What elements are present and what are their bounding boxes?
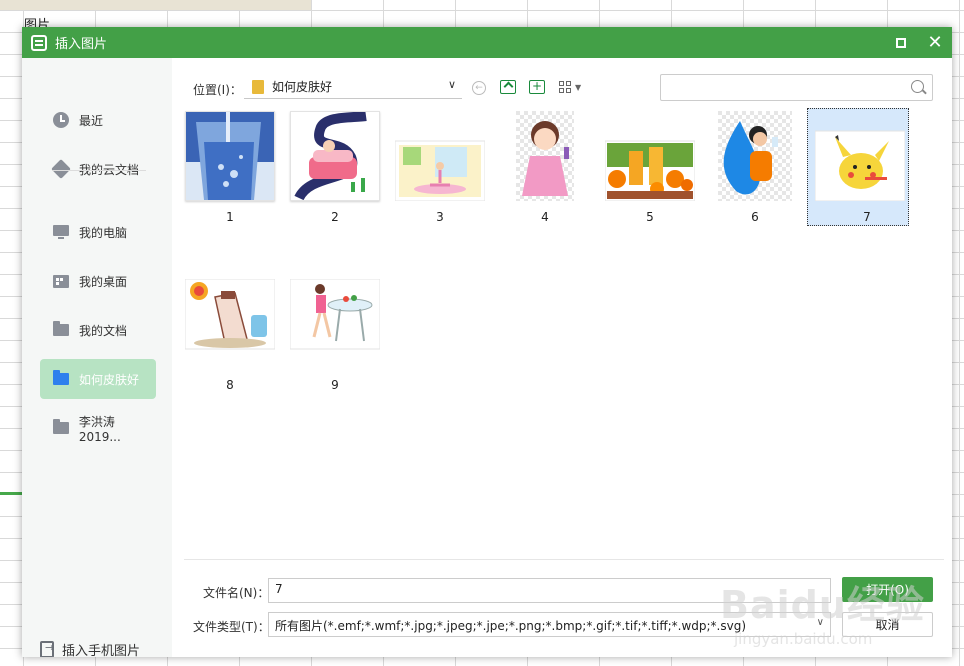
back-button[interactable]: ← (472, 81, 486, 95)
view-mode-button[interactable]: ▼ (559, 81, 581, 94)
phone-import-icon (40, 641, 54, 657)
sidebar-item-label: 李洪涛2019... (78, 414, 121, 444)
thumbnail-item-selected[interactable]: 7 (807, 108, 919, 226)
filetype-label: 文件类型(T)： (193, 620, 270, 634)
caret-down-icon: ▼ (575, 83, 582, 92)
location-dropdown[interactable]: 如何皮肤好 ∨ (244, 75, 462, 99)
location-current-folder: 如何皮肤好 (272, 80, 333, 94)
location-label: 位置(I)： (193, 83, 242, 97)
chevron-down-icon: ∨ (447, 78, 456, 91)
sidebar-item-my-documents[interactable]: 我的文档 (40, 310, 156, 350)
thumbnail-image-girl-at-table (290, 279, 380, 369)
thumbnail-image-girl-yoga (395, 111, 485, 201)
new-folder-button[interactable]: + (529, 80, 545, 94)
maximize-icon (896, 37, 906, 48)
grid-view-icon (559, 81, 572, 94)
thumbnail-label: 6 (751, 210, 759, 224)
thumbnail-label: 4 (541, 210, 549, 224)
sidebar-item-cloud-docs[interactable]: 我的云文档 (40, 149, 156, 189)
thumbnail-image-water-glass (185, 111, 275, 201)
dialog-title: 插入图片 (55, 37, 108, 52)
wps-logo-icon (31, 34, 47, 51)
thumbnail-item[interactable]: 8 (185, 279, 275, 392)
thumbnail-image-woman-drinking (710, 111, 800, 201)
sidebar-item-my-computer[interactable]: 我的电脑 (40, 212, 156, 252)
watermark-logo-text: Baidu经验 (720, 583, 925, 627)
sidebar-item-label: 最近 (79, 113, 104, 128)
spreadsheet-selection-edge (0, 492, 22, 495)
thumbnail-item[interactable]: 9 (290, 279, 380, 392)
thumbnail-item[interactable]: 5 (605, 111, 695, 224)
sidebar-item-skin-folder[interactable]: 如何皮肤好 (40, 359, 156, 399)
baidu-jingyan-watermark: Baidu经验 jingyan.baidu.com (720, 560, 950, 660)
thumbnail-item[interactable]: 3 (395, 111, 485, 224)
thumbnail-item[interactable]: 2 (290, 111, 380, 224)
thumbnail-image-cartoon-girl (500, 111, 590, 201)
thumbnail-item[interactable]: 4 (500, 111, 590, 224)
thumbnail-label: 1 (226, 210, 234, 224)
sidebar-item-label: 我的电脑 (79, 225, 128, 240)
thumbnail-label: 5 (646, 210, 654, 224)
watermark-url-text: jingyan.baidu.com (734, 630, 873, 648)
folder-icon (53, 321, 69, 336)
folder-icon (53, 370, 69, 385)
sidebar-item-label: 如何皮肤好 (79, 372, 140, 387)
up-folder-button[interactable] (500, 80, 516, 94)
maximize-button[interactable] (884, 27, 918, 58)
folder-icon (252, 79, 264, 94)
insert-phone-picture-link[interactable]: 插入手机图片 (40, 640, 140, 657)
search-icon[interactable] (911, 80, 924, 93)
dialog-titlebar: 插入图片 ✕ (22, 27, 952, 58)
thumbnail-label: 7 (863, 210, 871, 224)
sidebar-item-lihongtao-folder[interactable]: 李洪涛2019... (40, 408, 156, 448)
thumbnail-image-pikachu (815, 111, 905, 201)
insert-phone-picture-label: 插入手机图片 (62, 644, 141, 657)
sidebar: 最近 我的云文档 我的电脑 我的桌面 我的文档 如何皮肤好 李洪涛2019... (22, 58, 172, 657)
close-icon: ✕ (927, 31, 943, 53)
sidebar-divider (52, 170, 146, 171)
spreadsheet-header-band (0, 0, 311, 10)
back-arrow-icon: ← (475, 83, 483, 93)
sidebar-item-label: 我的桌面 (79, 274, 128, 289)
thumbnail-label: 8 (226, 378, 234, 392)
new-folder-icon: + (531, 79, 543, 93)
thumbnail-item[interactable]: 6 (710, 111, 800, 224)
filename-label: 文件名(N)： (203, 586, 270, 600)
search-input[interactable] (660, 74, 933, 101)
sidebar-item-label: 我的文档 (79, 323, 128, 338)
clock-icon (53, 112, 69, 128)
thumbnail-label: 9 (331, 378, 339, 392)
sidebar-item-recent[interactable]: 最近 (40, 100, 156, 140)
thumbnail-image-girl-on-bed (290, 111, 380, 201)
thumbnail-label: 3 (436, 210, 444, 224)
thumbnail-image-sunscreen (185, 279, 275, 369)
monitor-icon (53, 225, 69, 239)
thumbnail-label: 2 (331, 210, 339, 224)
close-button[interactable]: ✕ (918, 27, 952, 58)
thumbnail-item[interactable]: 1 (185, 111, 275, 224)
filetype-value: 所有图片(*.emf;*.wmf;*.jpg;*.jpeg;*.jpe;*.pn… (275, 619, 747, 633)
thumbnail-image-orange-juice (605, 111, 695, 201)
desktop-icon (53, 274, 69, 288)
cube-icon (51, 159, 71, 179)
sidebar-item-label: 我的云文档 (79, 162, 140, 177)
sidebar-item-my-desktop[interactable]: 我的桌面 (40, 261, 156, 301)
folder-icon (52, 419, 69, 434)
